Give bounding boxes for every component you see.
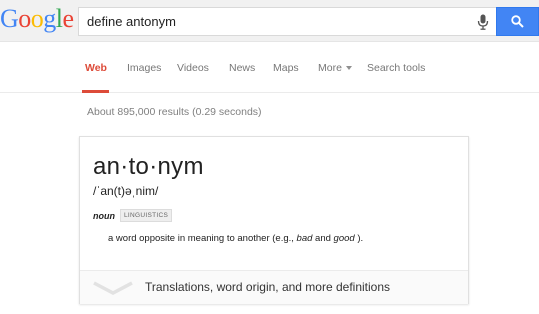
search-box (78, 7, 496, 36)
logo-letter: g (43, 4, 56, 33)
search-tabs: Web Images Videos News Maps More Search … (0, 42, 539, 93)
active-tab-indicator (82, 90, 109, 93)
search-icon (511, 15, 524, 28)
microphone-icon[interactable] (477, 14, 489, 30)
google-logo[interactable]: Google (0, 4, 74, 34)
logo-letter: o (18, 4, 31, 33)
dictionary-card: an·to·nym /ˈan(t)əˌnim/ noun LINGUISTICS… (79, 136, 469, 304)
tab-news[interactable]: News (229, 62, 255, 74)
definition-prefix: a word opposite in meaning to another (e… (108, 233, 297, 244)
logo-letter: e (62, 4, 75, 33)
tab-web[interactable]: Web (85, 62, 107, 74)
part-of-speech-row: noun LINGUISTICS (93, 209, 173, 222)
tab-maps[interactable]: Maps (273, 62, 299, 74)
tab-images[interactable]: Images (127, 62, 161, 74)
tab-more[interactable]: More (318, 62, 352, 74)
definition-mid: and (312, 233, 334, 244)
search-input[interactable] (79, 8, 459, 35)
chevron-down-icon (93, 281, 133, 295)
headword: an·to·nym (93, 153, 204, 180)
part-of-speech: noun (93, 210, 115, 221)
logo-letter: l (55, 4, 63, 33)
definition: a word opposite in meaning to another (e… (108, 233, 363, 244)
caret-down-icon (345, 66, 352, 71)
tab-search-tools[interactable]: Search tools (367, 62, 425, 74)
more-definitions-bar[interactable]: Translations, word origin, and more defi… (80, 270, 468, 304)
tab-videos[interactable]: Videos (177, 62, 209, 74)
top-bar: Google (0, 0, 539, 42)
domain-badge: LINGUISTICS (120, 209, 173, 222)
tab-more-label: More (318, 62, 342, 74)
definition-suffix: ). (354, 233, 364, 244)
search-button[interactable] (496, 7, 539, 36)
example-word: good (333, 233, 355, 244)
logo-letter: o (30, 4, 44, 33)
result-stats: About 895,000 results (0.29 seconds) (87, 106, 262, 118)
example-word: bad (296, 233, 313, 244)
more-definitions-link[interactable]: Translations, word origin, and more defi… (145, 280, 390, 294)
logo-letter: G (0, 4, 19, 33)
pronunciation: /ˈan(t)əˌnim/ (93, 184, 159, 198)
